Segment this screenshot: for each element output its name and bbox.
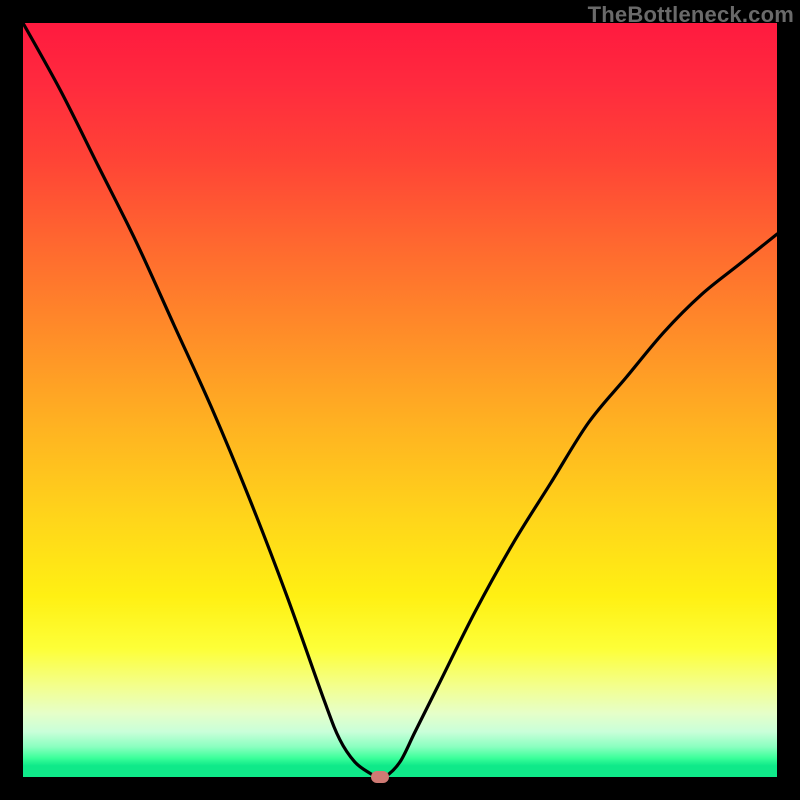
chart-frame: TheBottleneck.com <box>0 0 800 800</box>
plot-area <box>23 23 777 777</box>
bottleneck-curve <box>23 23 777 777</box>
bottleneck-marker <box>371 771 389 783</box>
watermark-text: TheBottleneck.com <box>588 2 794 28</box>
